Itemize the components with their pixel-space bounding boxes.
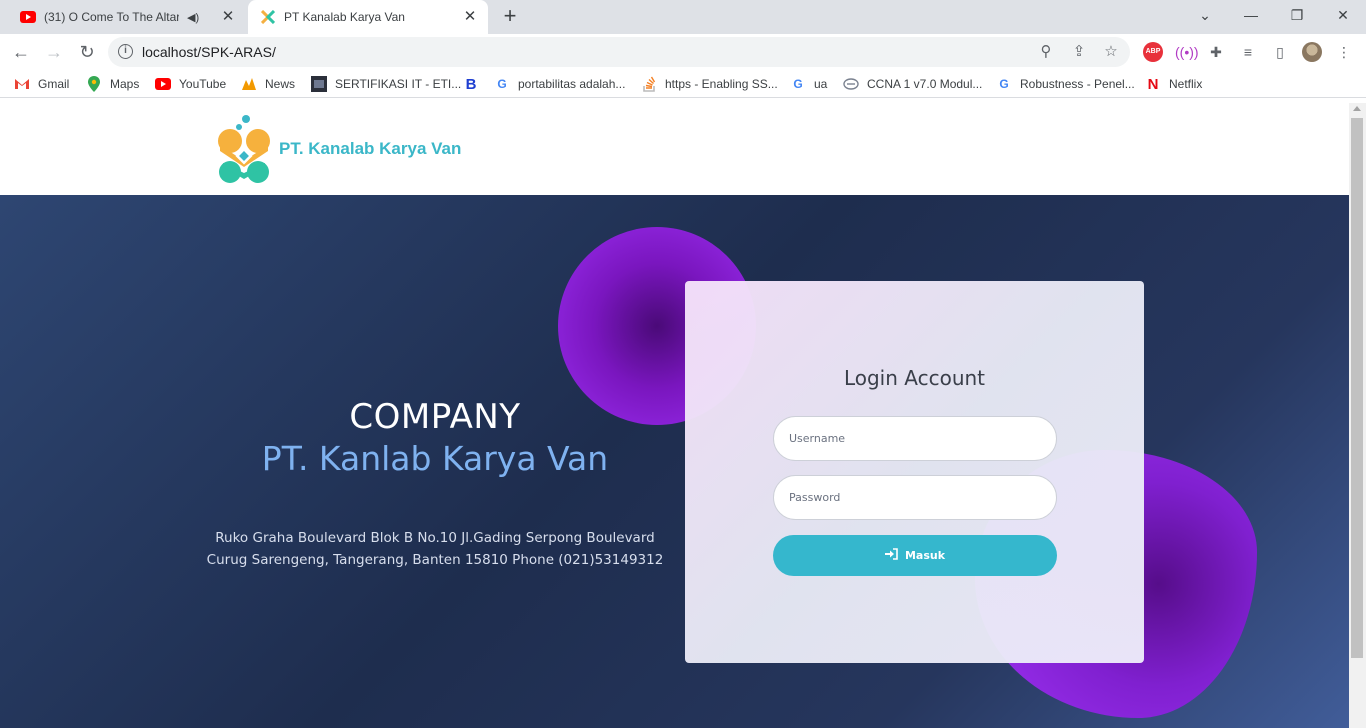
- sertifikasi-icon: [311, 76, 327, 92]
- gmail-icon: [14, 76, 30, 92]
- youtube-icon: [20, 9, 36, 25]
- bookmark-label: Gmail: [38, 77, 70, 91]
- username-field[interactable]: [773, 416, 1057, 461]
- bookmark-robustness[interactable]: G Robustness - Penel...: [996, 76, 1135, 92]
- bookmark-label: Netflix: [1169, 77, 1203, 91]
- bookmark-gmail[interactable]: Gmail: [14, 76, 69, 92]
- bookmark-ua[interactable]: G ua: [790, 76, 827, 92]
- password-input[interactable]: [774, 476, 1056, 519]
- bookmark-label: https - Enabling SS...: [665, 77, 778, 91]
- scroll-up-arrow-icon[interactable]: [1353, 106, 1361, 111]
- bookmark-label: YouTube: [179, 77, 227, 91]
- company-address: Ruko Graha Boulevard Blok B No.10 Jl.Gad…: [205, 527, 665, 571]
- bookmarks-bar: Gmail Maps YouTube News SERTIFIKASI IT -…: [0, 70, 1366, 98]
- login-button[interactable]: Masuk: [773, 535, 1057, 576]
- company-name: PT. Kanlab Karya Van: [261, 439, 609, 478]
- company-block: COMPANY PT. Kanlab Karya Van: [205, 397, 665, 478]
- bookmark-sertifikasi[interactable]: SERTIFIKASI IT - ETI...: [311, 76, 461, 92]
- google-icon: G: [793, 77, 803, 91]
- address-line-2: Curug Sarengeng, Tangerang, Banten 15810…: [206, 552, 664, 568]
- bookmark-ccna[interactable]: CCNA 1 v7.0 Modul...: [843, 76, 982, 92]
- minimize-button[interactable]: —: [1238, 4, 1264, 26]
- site-header: PT. Kanalab Karya Van: [0, 103, 1349, 195]
- reload-button[interactable]: ↻: [75, 40, 99, 64]
- cast-extension-icon[interactable]: ((•)): [1175, 42, 1199, 62]
- bookmark-enabling-ssl[interactable]: https - Enabling SS...: [641, 76, 778, 92]
- b-icon: B: [465, 75, 477, 93]
- bookmark-b[interactable]: B: [463, 75, 487, 93]
- extensions-puzzle-icon[interactable]: ✚: [1206, 42, 1226, 62]
- brand-name[interactable]: PT. Kanalab Karya Van: [279, 139, 461, 159]
- profile-avatar[interactable]: [1302, 42, 1322, 62]
- youtube-icon: [155, 76, 171, 92]
- username-input[interactable]: [774, 417, 1056, 460]
- bookmark-label: News: [265, 77, 296, 91]
- page-scrollbar[interactable]: [1349, 103, 1366, 728]
- site-info-icon[interactable]: i: [118, 44, 133, 59]
- speaker-icon[interactable]: ◀): [187, 11, 199, 24]
- browser-toolbar: ← → ↻ i localhost/SPK-ARAS/ ⚲ ⇪ ☆ ABP ((…: [0, 34, 1366, 70]
- netflix-icon: N: [1147, 75, 1159, 93]
- login-card: Login Account Masuk: [685, 281, 1144, 663]
- bookmark-portabilitas[interactable]: G portabilitas adalah...: [494, 76, 625, 92]
- news-icon: [241, 76, 257, 92]
- restore-button[interactable]: ❐: [1284, 4, 1310, 26]
- bookmark-star-icon[interactable]: ☆: [1101, 42, 1121, 62]
- adblock-plus-icon[interactable]: ABP: [1143, 42, 1163, 62]
- company-heading: COMPANY: [349, 397, 521, 437]
- bookmark-label: CCNA 1 v7.0 Modul...: [867, 77, 983, 91]
- tab-title: (31) O Come To The Altar | O: [44, 10, 179, 24]
- bookmark-label: Robustness - Penel...: [1020, 77, 1135, 91]
- scrollbar-thumb[interactable]: [1351, 118, 1363, 658]
- kanalab-logo: [218, 115, 270, 183]
- sign-in-icon: [884, 548, 898, 563]
- new-tab-button[interactable]: +: [498, 5, 522, 29]
- ccna-icon: [843, 76, 859, 92]
- bookmark-youtube[interactable]: YouTube: [155, 76, 226, 92]
- zoom-icon[interactable]: ⚲: [1036, 42, 1056, 62]
- side-panel-icon[interactable]: ▯: [1270, 42, 1290, 62]
- google-icon: G: [497, 77, 507, 91]
- url-text[interactable]: localhost/SPK-ARAS/: [142, 44, 276, 60]
- bookmark-netflix[interactable]: N Netflix: [1145, 75, 1203, 93]
- tab-title: PT Kanalab Karya Van: [284, 10, 405, 24]
- hero-section: COMPANY PT. Kanlab Karya Van Ruko Graha …: [0, 195, 1349, 728]
- web-page: PT. Kanalab Karya Van COMPANY PT. Kanlab…: [0, 103, 1349, 728]
- maps-icon: [86, 76, 102, 92]
- login-button-label: Masuk: [904, 549, 946, 562]
- bookmark-news[interactable]: News: [241, 76, 295, 92]
- share-icon[interactable]: ⇪: [1069, 42, 1089, 62]
- browser-menu-icon[interactable]: ⋮: [1334, 42, 1354, 62]
- address-line-1: Ruko Graha Boulevard Blok B No.10 Jl.Gad…: [215, 530, 655, 546]
- address-bar[interactable]: i localhost/SPK-ARAS/ ⚲ ⇪ ☆: [108, 37, 1130, 67]
- bookmark-maps[interactable]: Maps: [86, 76, 139, 92]
- bookmark-label: SERTIFIKASI IT - ETI...: [335, 77, 462, 91]
- google-icon: G: [999, 77, 1009, 91]
- tab-kanalab[interactable]: PT Kanalab Karya Van ✕: [248, 0, 488, 34]
- password-field[interactable]: [773, 475, 1057, 520]
- tab-search-icon[interactable]: ⌄: [1192, 4, 1218, 26]
- close-tab-icon[interactable]: ✕: [462, 9, 478, 25]
- close-window-button[interactable]: ✕: [1330, 4, 1356, 26]
- back-button[interactable]: ←: [9, 40, 33, 64]
- bookmark-label: ua: [814, 77, 828, 91]
- media-control-icon[interactable]: ≡: [1238, 42, 1258, 62]
- login-title: Login Account: [843, 366, 986, 390]
- forward-button[interactable]: →: [42, 40, 66, 64]
- kanalab-logo-icon: [260, 9, 276, 25]
- bookmark-label: portabilitas adalah...: [518, 77, 626, 91]
- browser-tab-bar: (31) O Come To The Altar | O ◀) ✕ PT Kan…: [0, 0, 1366, 34]
- stackoverflow-icon: [641, 76, 657, 92]
- bookmark-label: Maps: [110, 77, 140, 91]
- close-tab-icon[interactable]: ✕: [220, 9, 236, 25]
- tab-youtube[interactable]: (31) O Come To The Altar | O ◀) ✕: [8, 0, 246, 34]
